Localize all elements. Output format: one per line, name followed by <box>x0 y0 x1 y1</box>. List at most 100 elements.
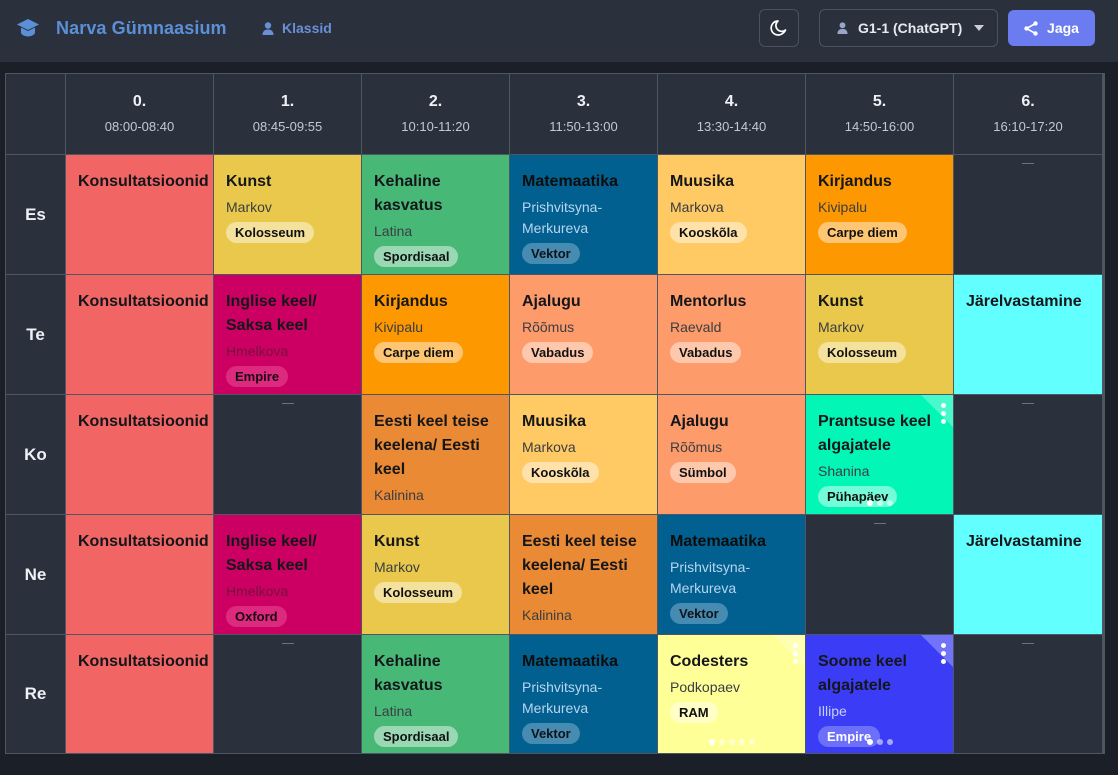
theme-toggle-button[interactable] <box>759 9 799 47</box>
lesson-room-badge: Kolosseum <box>374 582 463 603</box>
empty-slot-dash <box>873 523 886 524</box>
lesson-subject: Konsultatsioonid <box>78 533 209 550</box>
lesson-room-badge: Spordisaal <box>374 726 459 747</box>
lesson-room-badge: Spordisaal <box>374 246 459 267</box>
lesson-card[interactable]: Soome keel algajatele Illipe Empire <box>806 635 953 753</box>
lesson-card[interactable]: Kirjandus Kivipalu Carpe diem <box>806 155 953 274</box>
grid-corner <box>6 74 65 154</box>
empty-slot <box>806 515 953 634</box>
lesson-teacher: Podkopaev <box>670 679 741 695</box>
empty-slot-dash <box>281 403 294 404</box>
lesson-card[interactable]: Inglise keel/ Saksa keel Hmelkova Empire <box>214 275 361 394</box>
period-header: 3. 11:50-13:00 <box>510 74 657 154</box>
lesson-subject: Kehaline kasvatus <box>374 653 443 694</box>
lesson-card[interactable]: Konsultatsioonid <box>66 395 213 514</box>
classes-link-label: Klassid <box>282 20 332 36</box>
lesson-card[interactable]: Mentorlus Raevald Vabadus <box>658 275 805 394</box>
lesson-subject: Kirjandus <box>374 293 448 310</box>
user-icon <box>837 22 848 34</box>
period-number: 6. <box>1021 93 1035 110</box>
lesson-card[interactable]: Järelvastamine <box>954 515 1102 634</box>
more-options-icon[interactable] <box>941 643 946 664</box>
lesson-card[interactable]: Konsultatsioonid <box>66 155 213 274</box>
period-header: 0. 08:00-08:40 <box>66 74 213 154</box>
lesson-teacher: Markova <box>670 199 724 215</box>
corner-fold-icon <box>921 395 953 427</box>
app-title[interactable]: Narva Gümnaasium <box>56 18 227 39</box>
lesson-teacher: Markov <box>818 319 864 335</box>
lesson-card[interactable]: Järelvastamine <box>954 275 1102 394</box>
lesson-pager-dots[interactable] <box>866 739 893 745</box>
period-time: 08:00-08:40 <box>104 119 175 134</box>
lesson-room-badge: Vektor <box>670 603 728 624</box>
lesson-subject: Konsultatsioonid <box>78 413 209 430</box>
lesson-subject: Matemaatika <box>522 653 619 670</box>
lesson-room-badge: Vektor <box>522 723 580 744</box>
classes-link[interactable]: Klassid <box>262 20 332 36</box>
chevron-down-icon <box>974 25 985 31</box>
lesson-subject: Kunst <box>818 293 864 310</box>
more-options-icon[interactable] <box>793 643 798 664</box>
lesson-card[interactable]: Eesti keel teise keelena/ Eesti keel Kali… <box>510 515 657 634</box>
lesson-card[interactable]: Codesters Podkopaev RAM <box>658 635 805 753</box>
share-button-label: Jaga <box>1047 20 1079 36</box>
lesson-card[interactable]: Kunst Markov Kolosseum <box>362 515 509 634</box>
lesson-card[interactable]: Matemaatika Prishvitsyna-Merkureva Vektor <box>658 515 805 634</box>
empty-slot-dash <box>1022 643 1034 644</box>
lesson-card[interactable]: Konsultatsioonid <box>66 635 213 753</box>
day-header: Es <box>6 155 65 274</box>
timetable-grid: 0. 08:00-08:40 1. 08:45-09:55 2. 10:10-11:20 3… <box>5 73 1105 754</box>
lesson-pager-dots[interactable] <box>708 739 755 745</box>
lesson-card[interactable]: Kunst Markov Kolosseum <box>806 275 953 394</box>
period-time: 10:10-11:20 <box>401 119 470 134</box>
empty-slot <box>214 395 361 514</box>
lesson-card[interactable]: Kunst Markov Kolosseum <box>214 155 361 274</box>
top-bar: Narva Gümnaasium Klassid G1-1 (ChatGPT) … <box>0 0 1118 62</box>
lesson-card[interactable]: Inglise keel/ Saksa keel Hmelkova Oxford <box>214 515 361 634</box>
day-header: Te <box>6 275 65 394</box>
lesson-card[interactable]: Matemaatika Prishvitsyna-Merkureva Vektor <box>510 155 657 274</box>
share-button[interactable]: Jaga <box>1008 10 1095 46</box>
moon-icon <box>770 20 787 36</box>
empty-slot-dash <box>1022 163 1034 164</box>
period-time: 13:30-14:40 <box>696 119 767 134</box>
lesson-card[interactable]: Matemaatika Prishvitsyna-Merkureva Vektor <box>510 635 657 753</box>
period-number: 0. <box>132 93 147 110</box>
lesson-subject: Ajalugu <box>522 293 581 310</box>
lesson-subject: Järelvastamine <box>966 293 1082 310</box>
lesson-teacher: Rõõmus <box>670 439 723 455</box>
lesson-teacher: Latina <box>374 223 413 239</box>
lesson-subject: Kehaline kasvatus <box>374 173 443 214</box>
lesson-room-badge: Oxford <box>226 606 287 627</box>
lesson-subject: Eesti keel teise keelena/ Eesti keel <box>522 533 637 598</box>
lesson-teacher: Shanina <box>818 463 870 479</box>
period-time: 08:45-09:55 <box>252 119 323 134</box>
lesson-subject: Matemaatika <box>522 173 619 190</box>
day-header: Ne <box>6 515 65 634</box>
corner-fold-icon <box>921 635 953 667</box>
lesson-card[interactable]: Kehaline kasvatus Latina Spordisaal <box>362 155 509 274</box>
lesson-subject: Inglise keel/ Saksa keel <box>226 533 317 574</box>
more-options-icon[interactable] <box>941 403 946 424</box>
empty-slot <box>214 635 361 753</box>
period-time: 14:50-16:00 <box>844 119 915 134</box>
lesson-card[interactable]: Ajalugu Rõõmus Sümbol <box>658 395 805 514</box>
class-select[interactable]: G1-1 (ChatGPT) <box>819 9 998 47</box>
lesson-card[interactable]: Ajalugu Rõõmus Vabadus <box>510 275 657 394</box>
lesson-card[interactable]: Konsultatsioonid <box>66 515 213 634</box>
lesson-card[interactable]: Eesti keel teise keelena/ Eesti keel Kali… <box>362 395 509 514</box>
day-header: Re <box>6 635 65 753</box>
lesson-pager-dots[interactable] <box>866 500 893 506</box>
lesson-card[interactable]: Kirjandus Kivipalu Carpe diem <box>362 275 509 394</box>
lesson-card[interactable]: Prantsuse keel algajatele Shanina Pühapäev <box>806 395 953 514</box>
lesson-card[interactable]: Konsultatsioonid <box>66 275 213 394</box>
lesson-card[interactable]: Kehaline kasvatus Latina Spordisaal <box>362 635 509 753</box>
period-number: 2. <box>428 93 443 110</box>
lesson-room-badge: Empire <box>226 366 289 387</box>
lesson-card[interactable]: Muusika Markova Kooskõla <box>510 395 657 514</box>
lesson-teacher: Rõõmus <box>522 319 575 335</box>
lesson-teacher: Hmelkova <box>226 343 289 359</box>
lesson-subject: Muusika <box>522 413 587 430</box>
lesson-subject: Muusika <box>670 173 735 190</box>
lesson-card[interactable]: Muusika Markova Kooskõla <box>658 155 805 274</box>
